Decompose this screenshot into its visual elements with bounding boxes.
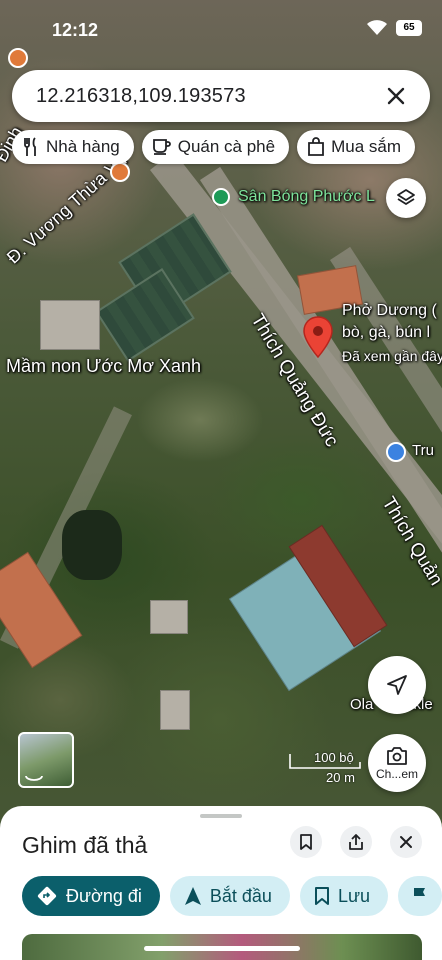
chip-coffee[interactable]: Quán cà phê bbox=[141, 130, 290, 164]
building bbox=[150, 600, 188, 634]
share-button[interactable] bbox=[340, 826, 372, 858]
dropped-pin-icon[interactable] bbox=[302, 316, 334, 358]
shopping-bag-icon bbox=[308, 137, 324, 156]
lens-label: Ch...em bbox=[375, 766, 418, 781]
place-label-tru[interactable]: Tru bbox=[412, 442, 434, 459]
close-icon bbox=[400, 836, 412, 848]
battery-icon: 65 bbox=[396, 20, 422, 36]
more-action-button[interactable] bbox=[398, 876, 442, 916]
wifi-icon bbox=[367, 20, 387, 35]
bottom-sheet[interactable]: Ghim đã thả Đường đi Bắt đầu Lưu bbox=[0, 806, 442, 960]
action-buttons: Đường đi Bắt đầu Lưu bbox=[22, 876, 442, 916]
building bbox=[40, 300, 100, 350]
building bbox=[160, 690, 190, 730]
action-label: Đường đi bbox=[66, 885, 142, 906]
place-label-restaurant-sub: bò, gà, bún l bbox=[342, 324, 431, 341]
street-view-thumbnail[interactable] bbox=[18, 732, 74, 788]
place-label-stadium[interactable]: Sân Bóng Phước L bbox=[238, 188, 375, 206]
directions-button[interactable]: Đường đi bbox=[22, 876, 160, 916]
scale-imperial: 100 bộ bbox=[314, 750, 354, 765]
map-scale: 100 bộ 20 m bbox=[288, 750, 364, 786]
close-sheet-button[interactable] bbox=[390, 826, 422, 858]
chip-label: Nhà hàng bbox=[46, 137, 120, 156]
coffee-poi-icon[interactable] bbox=[110, 162, 130, 182]
close-icon[interactable] bbox=[382, 82, 410, 110]
navigation-arrow-icon bbox=[387, 675, 407, 695]
chip-shopping[interactable]: Mua sắm bbox=[297, 130, 416, 164]
search-input[interactable]: 12.216318,109.193573 bbox=[36, 85, 382, 108]
bookmark-icon bbox=[300, 834, 312, 850]
navigation-arrow-icon bbox=[184, 887, 201, 905]
place-label-ola[interactable]: Ola bbox=[350, 696, 373, 713]
layers-icon bbox=[397, 189, 415, 205]
shop-poi-icon[interactable] bbox=[386, 442, 406, 462]
my-location-button[interactable] bbox=[368, 656, 426, 714]
scale-metric: 20 m bbox=[326, 770, 355, 785]
place-label-restaurant[interactable]: Phở Dương ( bbox=[342, 302, 437, 320]
status-time: 12:12 bbox=[52, 20, 99, 40]
lens-button[interactable]: Ch...em bbox=[368, 734, 426, 792]
place-label-school[interactable]: Mầm non Ước Mơ Xanh bbox=[6, 356, 201, 377]
action-label: Bắt đầu bbox=[209, 885, 272, 906]
place-label-recent: Đã xem gần đây bbox=[342, 348, 442, 364]
sheet-title: Ghim đã thả bbox=[22, 832, 148, 858]
save-bookmark-button[interactable] bbox=[290, 826, 322, 858]
action-label: Lưu bbox=[337, 885, 371, 906]
save-button[interactable]: Lưu bbox=[299, 876, 389, 916]
category-chips: Nhà hàng Quán cà phê Mua sắm bbox=[12, 130, 416, 164]
street-view-icon bbox=[25, 775, 43, 781]
chip-label: Mua sắm bbox=[331, 137, 402, 156]
status-icons: 65 bbox=[366, 20, 422, 36]
start-button[interactable]: Bắt đầu bbox=[169, 876, 290, 916]
pond bbox=[62, 510, 122, 580]
camera-lens-icon bbox=[387, 746, 407, 765]
directions-icon bbox=[37, 886, 57, 906]
sheet-drag-handle[interactable] bbox=[200, 814, 242, 818]
home-indicator[interactable] bbox=[144, 946, 300, 951]
chip-label: Quán cà phê bbox=[177, 137, 276, 156]
chip-restaurants[interactable]: Nhà hàng bbox=[12, 130, 134, 164]
coffee-icon bbox=[152, 139, 171, 155]
status-bar: 12:12 65 bbox=[0, 0, 442, 56]
stadium-poi-icon[interactable] bbox=[212, 188, 230, 206]
layers-button[interactable] bbox=[386, 178, 426, 218]
share-icon bbox=[349, 834, 363, 850]
bookmark-icon bbox=[314, 887, 329, 905]
restaurant-icon bbox=[24, 137, 36, 156]
search-bar[interactable]: 12.216318,109.193573 bbox=[12, 70, 430, 122]
flag-icon bbox=[414, 888, 426, 905]
